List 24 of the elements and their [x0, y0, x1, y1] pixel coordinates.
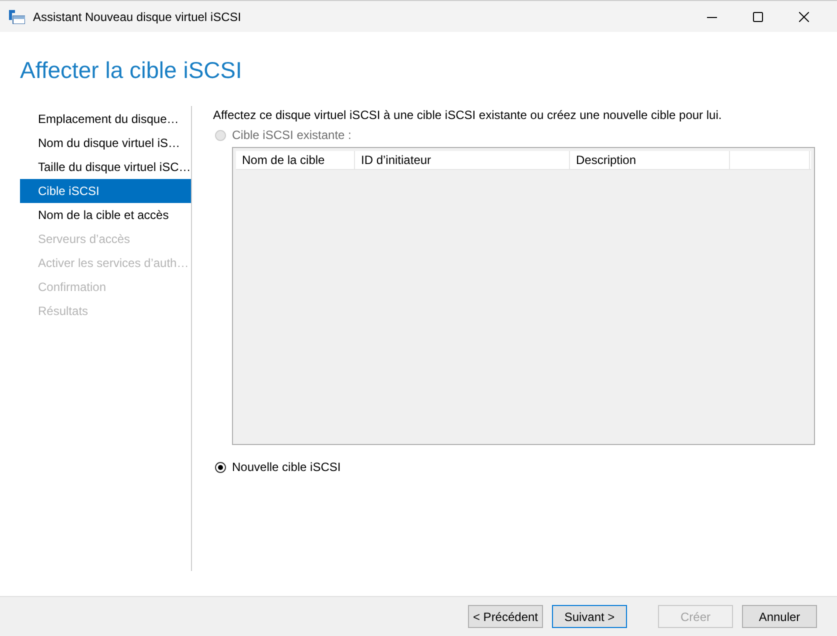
wizard-step: Serveurs d’accès [20, 227, 191, 251]
wizard-step[interactable]: Nom de la cible et accès [20, 203, 191, 227]
instruction-text: Affectez ce disque virtuel iSCSI à une cible iSCSI existante ou créez une nouvelle cible pour lui. [213, 107, 723, 124]
wizard-button[interactable]: Suivant > [552, 605, 627, 628]
wizard-step: Confirmation [20, 275, 191, 299]
column-header[interactable]: Description [570, 151, 730, 169]
maximize-icon [753, 12, 763, 22]
wizard-button[interactable]: < Précédent [468, 605, 543, 628]
window-title: Assistant Nouveau disque virtuel iSCSI [33, 10, 242, 24]
wizard-step[interactable]: Emplacement du disque… [20, 107, 191, 131]
radio-button[interactable] [215, 462, 226, 472]
radio-label: Nouvelle cible iSCSI [232, 460, 341, 474]
wizard-step[interactable]: Nom du disque virtuel iS… [20, 131, 191, 155]
wizard-step[interactable]: Cible iSCSI [20, 179, 191, 203]
column-header[interactable]: ID d’initiateur [355, 151, 570, 169]
radio-label: Cible iSCSI existante : [232, 128, 352, 142]
app-icon [9, 10, 25, 24]
wizard-step[interactable]: Taille du disque virtuel iSC… [20, 155, 191, 179]
wizard-step: Activer les services d’auth… [20, 251, 191, 275]
column-header[interactable]: Nom de la cible [236, 151, 355, 169]
wizard-button[interactable]: Annuler [742, 605, 817, 628]
page-heading: Affecter la cible iSCSI [20, 57, 244, 85]
close-icon [799, 12, 809, 22]
wizard-step: Résultats [20, 299, 191, 323]
